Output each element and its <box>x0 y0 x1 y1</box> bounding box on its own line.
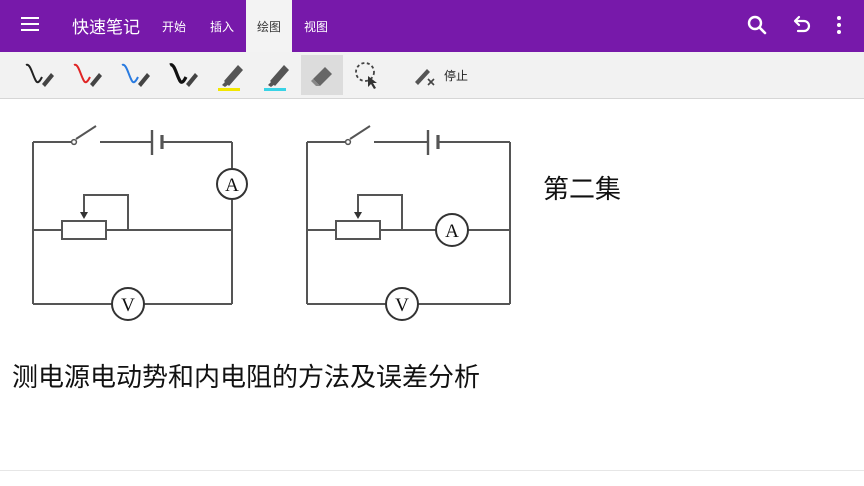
stop-label: 停止 <box>444 69 469 83</box>
app-title: 快速笔记 <box>72 18 140 38</box>
lasso-select-icon[interactable] <box>346 55 388 95</box>
ammeter-label: A <box>445 221 459 242</box>
highlighter-cyan-icon[interactable] <box>256 55 298 95</box>
stop-drawing-button[interactable]: 停止 <box>410 60 468 90</box>
app-bar: 快速笔记 开始 插入 绘图 视图 <box>0 0 864 52</box>
note-canvas[interactable]: A V A V 第二集 测电源电动势和内电阻的方法及误差分析 <box>0 99 864 471</box>
circuit-diagram-1: A V <box>32 125 248 321</box>
search-icon[interactable] <box>744 12 770 38</box>
undo-icon[interactable] <box>788 12 814 38</box>
pen-stop-icon <box>415 69 435 86</box>
pen-red-icon[interactable] <box>66 55 108 95</box>
more-vert-icon[interactable] <box>826 12 852 38</box>
ammeter-label: A <box>225 175 239 196</box>
voltmeter-label: V <box>395 295 409 316</box>
pen-black-icon[interactable] <box>18 55 60 95</box>
pen-blue-icon[interactable] <box>114 55 156 95</box>
page-divider <box>0 470 864 471</box>
note-title-text: 第二集 <box>543 175 622 205</box>
tab-draw[interactable]: 绘图 <box>246 0 292 52</box>
tab-view[interactable]: 视图 <box>294 0 338 52</box>
tab-insert[interactable]: 插入 <box>200 0 244 52</box>
draw-toolbar: 停止 <box>0 52 864 99</box>
note-caption-text: 测电源电动势和内电阻的方法及误差分析 <box>12 363 481 393</box>
pen-thick-black-icon[interactable] <box>162 55 204 95</box>
hamburger-menu-icon[interactable] <box>14 12 48 40</box>
tab-home[interactable]: 开始 <box>152 0 196 52</box>
circuit-diagram-2: A V <box>306 125 511 321</box>
eraser-icon[interactable] <box>301 55 343 95</box>
highlighter-yellow-icon[interactable] <box>210 55 252 95</box>
voltmeter-label: V <box>121 295 135 316</box>
